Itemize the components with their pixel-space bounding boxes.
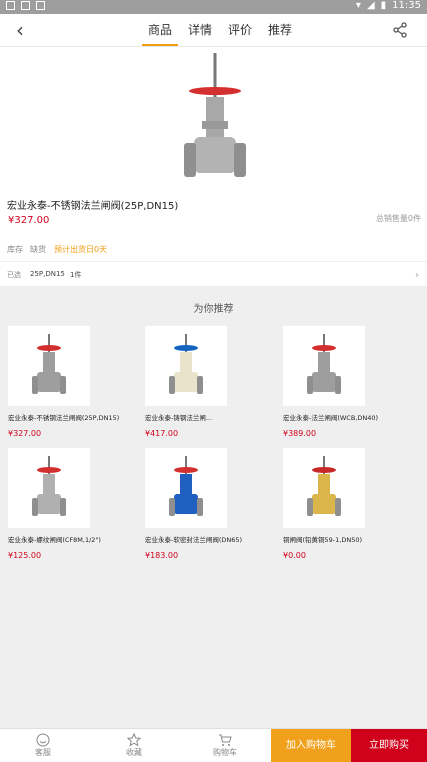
recommend-title: 为你推荐 (193, 304, 234, 315)
product-card[interactable]: 宏业永泰-法兰闸阀(WCB,DN40) ¥389.00 (283, 326, 379, 438)
wifi-icon: ▾ (355, 0, 361, 11)
cart-label: 购物车 (213, 748, 237, 757)
product-card-image (145, 326, 227, 406)
cart-button[interactable]: 购物车 (205, 733, 245, 758)
service-icon (36, 733, 50, 747)
stock-row: 库存 缺货 预计出货日0天 (0, 237, 427, 261)
service-button[interactable]: 客服 (23, 733, 63, 758)
tab-product[interactable]: 商品 (140, 14, 180, 46)
product-card-name: 宏业永泰-不锈钢法兰闸阀(25P,DN15) (8, 414, 120, 422)
battery-icon: ▮ (380, 0, 387, 11)
product-card-image (8, 448, 90, 528)
selected-qty: 1件 (70, 271, 82, 279)
favorite-button[interactable]: 收藏 (114, 733, 154, 758)
product-info: 宏业永泰-不锈钢法兰闸阀(25P,DN15) ¥327.00 总销售量0件 (0, 189, 427, 237)
service-label: 客服 (35, 748, 51, 757)
product-card-name: 铜闸阀(铅黄铜59-1,DN50) (283, 536, 363, 544)
product-card-name: 宏业永泰-法兰闸阀(WCB,DN40) (283, 414, 379, 422)
status-bar: ▾ ◢ ▮ 11:35 (0, 0, 427, 14)
product-card-image (8, 326, 90, 406)
product-price: ¥327.00 (8, 215, 50, 226)
clock: 11:35 (392, 0, 421, 11)
product-card-name: 宏业永泰-螺纹闸阀(CF8M,1/2") (8, 536, 101, 544)
share-icon[interactable] (391, 21, 409, 39)
add-to-cart-button[interactable]: 加入购物车 (271, 729, 351, 762)
stock-label: 库存 (7, 245, 23, 254)
tab-reviews[interactable]: 评价 (220, 14, 260, 46)
back-icon[interactable]: ‹ (16, 19, 38, 41)
product-card[interactable]: 宏业永泰-不锈钢法兰闸阀(25P,DN15) ¥327.00 (8, 326, 120, 438)
gate-valve-image (184, 53, 246, 177)
product-card-price: ¥183.00 (145, 551, 179, 560)
notification-icon (6, 1, 15, 10)
notification-icon (21, 1, 30, 10)
star-icon (127, 733, 141, 747)
product-card[interactable]: 宏业永泰-铸钢法兰闸... ¥417.00 (145, 326, 235, 438)
product-card-name: 宏业永泰-铸钢法兰闸... (145, 414, 213, 422)
product-card-price: ¥389.00 (283, 429, 317, 438)
buy-now-button[interactable]: 立即购买 (351, 729, 427, 762)
product-card-price: ¥417.00 (145, 429, 179, 438)
cart-icon (219, 734, 232, 746)
product-card-image (283, 326, 365, 406)
product-card-name: 宏业永泰-软密封法兰闸阀(DN65) (145, 536, 243, 544)
notification-icon (36, 1, 45, 10)
spec-selector[interactable]: 已选 25P,DN15 1件 › (0, 262, 427, 286)
product-card-price: ¥125.00 (8, 551, 42, 560)
product-card-price: ¥0.00 (283, 551, 306, 560)
product-card[interactable]: 铜闸阀(铅黄铜59-1,DN50) ¥0.00 (283, 448, 373, 560)
selected-spec: 25P,DN15 (30, 270, 65, 278)
chevron-right-icon: › (415, 270, 419, 281)
product-title: 宏业永泰-不锈钢法兰闸阀(25P,DN15) (7, 201, 179, 212)
tab-bar: 商品 详情 评价 推荐 (140, 14, 300, 46)
sales-count: 总销售量0件 (375, 214, 421, 223)
tab-recommend[interactable]: 推荐 (260, 14, 300, 46)
product-card[interactable]: 宏业永泰-软密封法兰闸阀(DN65) ¥183.00 (145, 448, 243, 560)
ship-note: 预计出货日0天 (54, 245, 108, 254)
product-image (0, 47, 427, 189)
product-card-price: ¥327.00 (8, 429, 42, 438)
product-card[interactable]: 宏业永泰-螺纹闸阀(CF8M,1/2") ¥125.00 (8, 448, 101, 560)
selected-label: 已选 (7, 271, 21, 279)
bottom-bar: 客服 收藏 购物车 加入购物车 立即购买 (0, 728, 427, 762)
favorite-label: 收藏 (126, 748, 142, 757)
product-card-image (145, 448, 227, 528)
stock-value: 缺货 (30, 245, 46, 254)
product-card-image (283, 448, 365, 528)
top-nav: ‹ 商品 详情 评价 推荐 (0, 14, 427, 47)
signal-icon: ◢ (366, 0, 375, 11)
tab-details[interactable]: 详情 (180, 14, 220, 46)
